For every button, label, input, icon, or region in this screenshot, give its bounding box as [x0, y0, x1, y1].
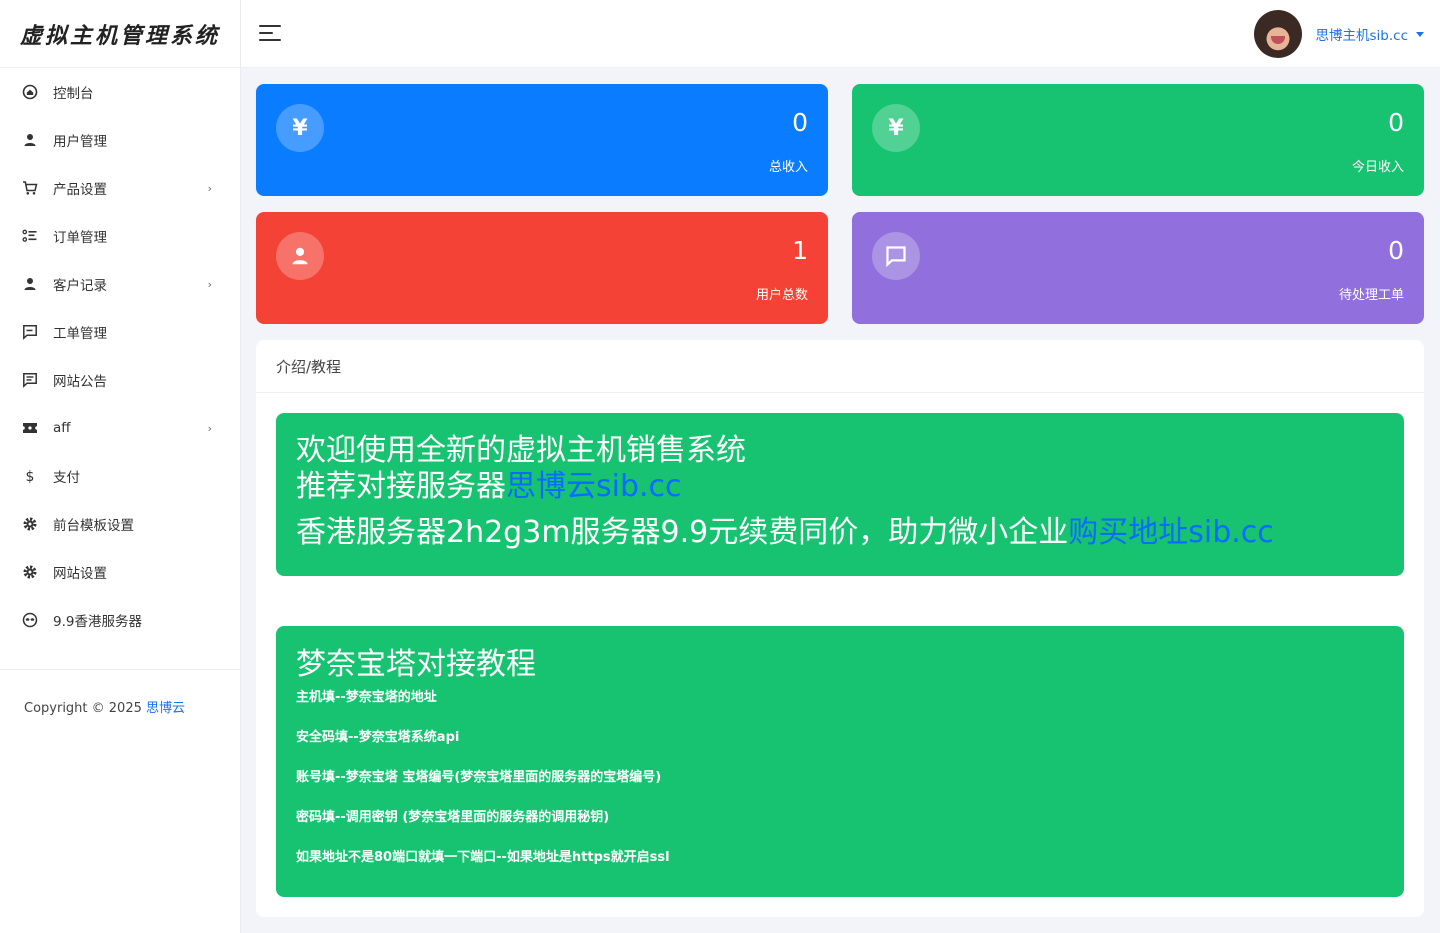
sidebar-item-label: aff [53, 420, 71, 436]
tutorial-step: 主机填--梦奈宝塔的地址 [296, 690, 437, 705]
welcome-panel: 欢迎使用全新的虚拟主机销售系统 推荐对接服务器思博云sib.cc 香港服务器2h… [276, 413, 1404, 576]
user-menu[interactable]: 思博主机sib.cc [1253, 10, 1424, 58]
copyright-link[interactable]: 思博云 [146, 701, 185, 716]
recommend-line: 推荐对接服务器思博云sib.cc [296, 469, 1384, 505]
sidebar-item-label: 用户管理 [53, 134, 107, 150]
brand[interactable]: 虚拟主机管理系统 [0, 0, 240, 68]
copyright: Copyright © 2025 思博云 [24, 697, 185, 716]
stat-value: 0 [1388, 236, 1404, 265]
sidebar-item-payment[interactable]: $ 支付 [0, 452, 240, 500]
tutorial-step: 安全码填--梦奈宝塔系统api [296, 730, 460, 745]
promo-text: 香港服务器2h2g3m服务器9.9元续费同价，助力微小企业 [296, 515, 1069, 550]
user-name[interactable]: 思博主机sib.cc [1316, 24, 1409, 44]
stat-total-users: 1 用户总数 [256, 212, 828, 324]
sidebar-divider [0, 669, 240, 670]
buy-link[interactable]: 购买地址sib.cc [1068, 515, 1274, 550]
chevron-right-icon: › [207, 277, 212, 291]
stat-pending-tickets: 0 待处理工单 [852, 212, 1424, 324]
yen-icon: ¥ [872, 104, 920, 152]
chevron-right-icon: › [207, 181, 212, 195]
sidebar-item-label: 工单管理 [53, 326, 107, 342]
tutorial-panel: 梦奈宝塔对接教程 主机填--梦奈宝塔的地址 安全码填--梦奈宝塔系统api 账号… [276, 626, 1404, 897]
recommend-text: 推荐对接服务器 [296, 469, 506, 504]
gear-icon [22, 516, 38, 532]
stat-label: 用户总数 [755, 288, 808, 303]
sidebar-menu: 控制台 用户管理 产品设置 › 订单管理 客户记录 › 工单管理 网站公告 af… [0, 68, 240, 644]
sidebar-item-label: 网站设置 [53, 566, 107, 582]
announcement-icon [22, 372, 38, 388]
sidebar-item-label: 产品设置 [53, 182, 107, 198]
stat-today-income: ¥ 0 今日收入 [852, 84, 1424, 196]
brand-title: 虚拟主机管理系统 [20, 22, 221, 49]
yen-icon: ¥ [276, 104, 324, 152]
sidebar-item-announcements[interactable]: 网站公告 [0, 356, 240, 404]
ticket-icon [22, 420, 38, 436]
copyright-text: Copyright © 2025 [24, 701, 142, 716]
sidebar-item-label: 支付 [53, 470, 80, 486]
sidebar-item-orders[interactable]: 订单管理 [0, 212, 240, 260]
stat-label: 待处理工单 [1338, 288, 1404, 303]
recommend-link[interactable]: 思博云sib.cc [506, 469, 682, 504]
message-icon [22, 324, 38, 340]
message-icon [872, 232, 920, 280]
stat-label: 总收入 [768, 160, 808, 175]
tutorial-step: 密码填--调用密钥 (梦奈宝塔里面的服务器的调用秘钥) [296, 810, 610, 825]
sidebar-item-site-settings[interactable]: 网站设置 [0, 548, 240, 596]
sidebar-item-products[interactable]: 产品设置 › [0, 164, 240, 212]
intro-card: 介绍/教程 欢迎使用全新的虚拟主机销售系统 推荐对接服务器思博云sib.cc 香… [256, 340, 1424, 917]
sidebar-item-label: 前台模板设置 [53, 518, 134, 534]
promo-line: 香港服务器2h2g3m服务器9.9元续费同价，助力微小企业购买地址sib.cc [296, 515, 1384, 551]
tutorial-title: 梦奈宝塔对接教程 [296, 647, 536, 682]
gear-icon [22, 564, 38, 580]
stat-value: 0 [1388, 108, 1404, 137]
chevron-right-icon: › [207, 421, 212, 435]
sidebar-item-dashboard[interactable]: 控制台 [0, 68, 240, 116]
menu-toggle-icon[interactable] [259, 25, 281, 43]
user-icon [22, 132, 38, 148]
dollar-icon: $ [22, 468, 38, 484]
tutorial-step: 账号填--梦奈宝塔 宝塔编号(梦奈宝塔里面的服务器的宝塔编号) [296, 770, 662, 785]
sidebar-item-label: 网站公告 [53, 374, 107, 390]
stat-value: 1 [792, 236, 808, 265]
sidebar: 虚拟主机管理系统 控制台 用户管理 产品设置 › 订单管理 客户记录 › 工单管… [0, 0, 241, 933]
svg-text:$: $ [26, 469, 35, 484]
sidebar-item-customers[interactable]: 客户记录 › [0, 260, 240, 308]
user-icon [22, 276, 38, 292]
user-icon [276, 232, 324, 280]
sidebar-item-label: 订单管理 [53, 230, 107, 246]
sidebar-item-label: 9.9香港服务器 [53, 614, 142, 630]
caret-down-icon[interactable] [1416, 31, 1424, 37]
stat-total-income: ¥ 0 总收入 [256, 84, 828, 196]
tutorial-step: 如果地址不是80端口就填一下端口--如果地址是https就开启ssl [296, 850, 670, 865]
sidebar-item-template-settings[interactable]: 前台模板设置 [0, 500, 240, 548]
stat-label: 今日收入 [1351, 160, 1404, 175]
sidebar-item-label: 控制台 [53, 86, 94, 102]
sidebar-item-label: 客户记录 [53, 278, 107, 294]
sidebar-item-hk-server[interactable]: 9.9香港服务器 [0, 596, 240, 644]
sidebar-item-users[interactable]: 用户管理 [0, 116, 240, 164]
alien-icon [22, 612, 38, 628]
welcome-heading: 欢迎使用全新的虚拟主机销售系统 [296, 433, 746, 468]
sidebar-item-aff[interactable]: aff › [0, 404, 240, 452]
avatar[interactable] [1253, 10, 1302, 58]
dashboard-icon [22, 84, 38, 100]
stat-value: 0 [792, 108, 808, 137]
card-title: 介绍/教程 [256, 340, 1424, 393]
topbar: 思博主机sib.cc [241, 0, 1440, 68]
sidebar-item-tickets[interactable]: 工单管理 [0, 308, 240, 356]
list-icon [22, 228, 38, 244]
cart-icon [22, 180, 38, 196]
